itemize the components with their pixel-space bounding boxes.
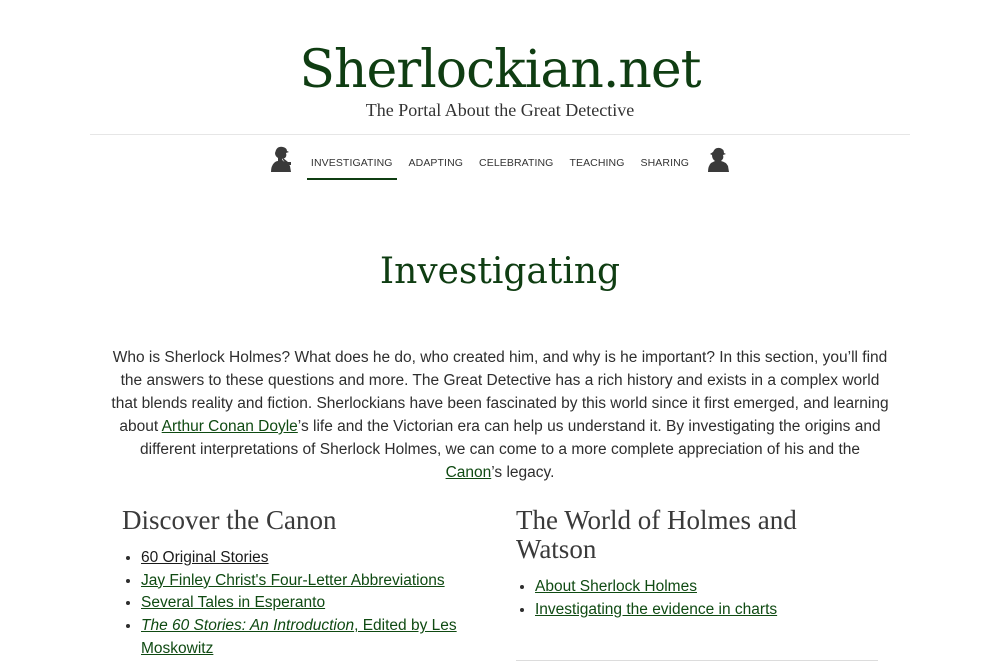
nav-teaching[interactable]: TEACHING [565,144,628,178]
header-divider [90,134,910,135]
holmes-pipe-silhouette-icon[interactable] [269,146,295,174]
site-title[interactable]: Sherlockian.net [0,38,1000,102]
nav-investigating[interactable]: INVESTIGATING [306,144,397,180]
arthur-conan-doyle-link[interactable]: Arthur Conan Doyle [162,418,298,435]
book-title: The 60 Stories: An Introduction [141,617,355,635]
esperanto-link[interactable]: Several Tales in Esperanto [141,594,325,611]
original-stories-link[interactable]: 60 Original Stories [141,549,269,566]
list-item: Jay Finley Christ's Four-Letter Abbrevia… [141,570,482,593]
nav-sharing[interactable]: SHARING [637,144,694,178]
main-nav: INVESTIGATING ADAPTING CELEBRATING TEACH… [0,144,1000,180]
abbreviations-link[interactable]: Jay Finley Christ's Four-Letter Abbrevia… [141,572,445,589]
site-tagline: The Portal About the Great Detective [365,100,635,120]
list-item: 60 Original Stories [141,547,482,570]
about-sherlock-holmes-link[interactable]: About Sherlock Holmes [535,578,697,595]
section-divider [516,660,878,661]
world-section: The World of Holmes and Watson About She… [516,506,876,621]
discover-canon-list: 60 Original Stories Jay Finley Christ's … [122,547,482,661]
evidence-charts-link[interactable]: Investigating the evidence in charts [535,601,777,618]
world-list: About Sherlock Holmes Investigating the … [516,576,876,621]
discover-canon-section: Discover the Canon 60 Original Stories J… [122,506,482,661]
nav-celebrating[interactable]: CELEBRATING [475,144,557,178]
deerstalker-silhouette-icon[interactable] [705,146,731,174]
intro-text-3: ’s legacy. [491,464,555,481]
canon-link[interactable]: Canon [446,464,492,481]
list-item: About Sherlock Holmes [535,576,876,599]
list-item: Investigating the evidence in charts [535,599,876,622]
discover-canon-heading: Discover the Canon [122,505,337,535]
introduction-book-link[interactable]: The 60 Stories: An Introduction, Edited … [141,617,457,657]
intro-paragraph: Who is Sherlock Holmes? What does he do,… [110,346,890,484]
nav-adapting[interactable]: ADAPTING [405,144,467,178]
list-item: Several Tales in Esperanto [141,592,482,615]
world-heading: The World of Holmes and Watson [516,505,797,564]
list-item: The 60 Stories: An Introduction, Edited … [141,615,482,660]
page-heading: Investigating [379,251,621,292]
